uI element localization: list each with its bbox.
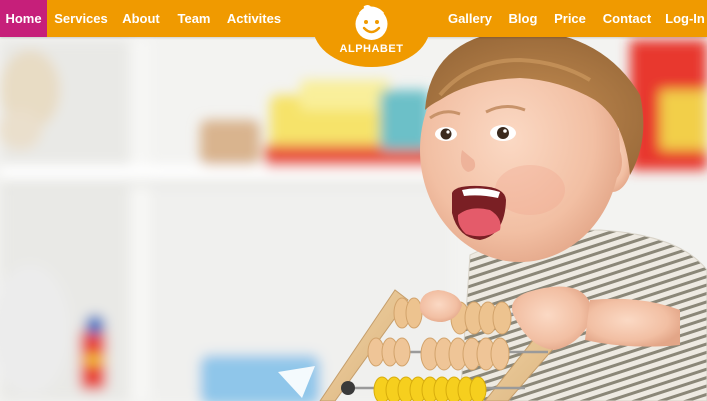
nav-link-gallery[interactable]: Gallery bbox=[443, 0, 497, 37]
nav-link-contact[interactable]: Contact bbox=[599, 0, 655, 37]
nav-link-team[interactable]: Team bbox=[174, 0, 214, 37]
logo-text: ALPHABET bbox=[339, 43, 404, 55]
nav-link-login[interactable]: Log-In bbox=[663, 0, 707, 37]
smiling-child-face-icon bbox=[355, 5, 388, 40]
nav-link-home[interactable]: Home bbox=[0, 0, 47, 37]
nav-link-activites[interactable]: Activites bbox=[224, 0, 284, 37]
nav-link-blog[interactable]: Blog bbox=[505, 0, 541, 37]
nav-link-price[interactable]: Price bbox=[550, 0, 590, 37]
nav-link-about[interactable]: About bbox=[118, 0, 164, 37]
nav-link-services[interactable]: Services bbox=[52, 0, 110, 37]
